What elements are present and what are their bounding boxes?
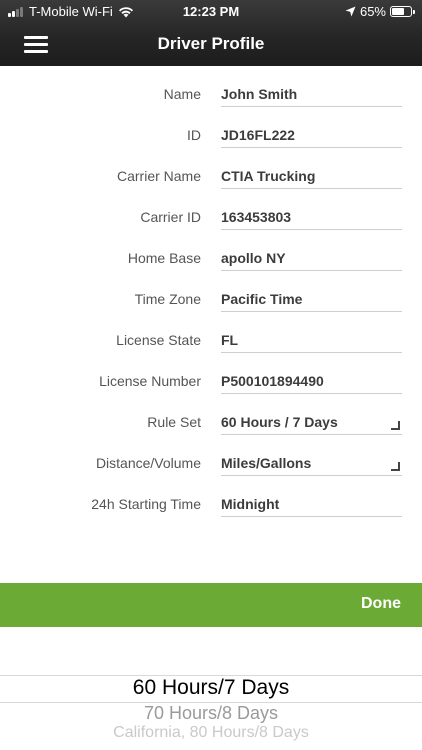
field-input[interactable]: Midnight [221,484,402,517]
profile-row: Carrier ID 163453803 [0,197,422,238]
profile-row: Home Base apollo NY [0,238,422,279]
field-label: License State [116,332,201,348]
field-label: Distance/Volume [95,455,201,471]
signal-bar [12,11,15,17]
profile-row: Carrier Name CTIA Trucking [0,156,422,197]
picker-option-selected[interactable]: 60 Hours/7 Days [0,676,422,700]
profile-row: Time Zone Pacific Time [0,279,422,320]
field-dropdown[interactable]: 60 Hours / 7 Days [221,402,402,435]
profile-row: License Number P500101894490 [0,361,422,402]
field-value: CTIA Trucking [221,168,316,184]
battery-level-fill [392,8,404,15]
field-value: P500101894490 [221,373,324,389]
field-input[interactable]: FL [221,320,402,353]
signal-bar [16,9,19,17]
profile-row: Distance/Volume Miles/Gallons [0,443,422,484]
field-input[interactable]: 163453803 [221,197,402,230]
field-input[interactable]: JD16FL222 [221,115,402,148]
field-label: Rule Set [147,414,201,430]
status-right: 65% [345,4,415,19]
field-value: apollo NY [221,250,286,266]
field-value: Midnight [221,496,280,512]
field-label: License Number [99,373,201,389]
driver-profile-screen: T-Mobile Wi-Fi 12:23 PM 65% Driver Profi… [0,0,422,750]
battery-icon [390,6,415,17]
picker-option[interactable]: 70 Hours/8 Days [0,703,422,724]
battery-percent: 65% [359,4,386,19]
nav-bar: Driver Profile [0,22,422,66]
signal-strength-icon [8,6,24,17]
field-label: Carrier Name [116,168,201,184]
profile-row: Name John Smith [0,74,422,115]
field-label: 24h Starting Time [91,496,201,512]
field-value: John Smith [221,86,298,102]
field-input[interactable]: Pacific Time [221,279,402,312]
header: T-Mobile Wi-Fi 12:23 PM 65% Driver Profi… [0,0,422,66]
done-button[interactable]: Done [361,595,401,613]
location-arrow-icon [345,6,356,17]
field-value: 163453803 [221,209,292,225]
field-label: Time Zone [134,291,201,307]
field-label: Carrier ID [140,209,201,225]
status-left: T-Mobile Wi-Fi [8,4,134,19]
signal-bar [20,7,23,17]
dropdown-corner-icon [391,462,400,471]
field-label: Name [163,86,201,102]
field-value: Pacific Time [221,291,303,307]
profile-row: ID JD16FL222 [0,115,422,156]
field-value: JD16FL222 [221,127,295,143]
field-input[interactable]: CTIA Trucking [221,156,402,189]
rule-set-picker[interactable]: 60 Hours/7 Days 70 Hours/8 Days Californ… [0,627,422,750]
field-input[interactable]: John Smith [221,74,402,107]
page-title: Driver Profile [157,34,265,53]
field-value: FL [221,332,239,348]
picker-option[interactable]: California, 80 Hours/8 Days [0,724,422,742]
field-dropdown[interactable]: Miles/Gallons [221,443,402,476]
profile-form: Name John Smith ID JD16FL222 Carrier Name CTI… [0,74,422,525]
profile-row: Rule Set 60 Hours / 7 Days [0,402,422,443]
field-label: Home Base [127,250,201,266]
wifi-icon [118,6,133,17]
field-value: 60 Hours / 7 Days [221,414,338,430]
carrier-label: T-Mobile Wi-Fi [29,4,113,19]
field-value: Miles/Gallons [221,455,312,471]
field-input[interactable]: P500101894490 [221,361,402,394]
done-bar: Done [0,583,422,627]
status-bar: T-Mobile Wi-Fi 12:23 PM 65% [0,0,422,22]
battery-cap [413,10,415,14]
profile-row: License State FL [0,320,422,361]
field-label: ID [187,127,201,143]
field-input[interactable]: apollo NY [221,238,402,271]
profile-row: 24h Starting Time Midnight [0,484,422,525]
dropdown-corner-icon [391,421,400,430]
signal-bar [8,13,11,17]
